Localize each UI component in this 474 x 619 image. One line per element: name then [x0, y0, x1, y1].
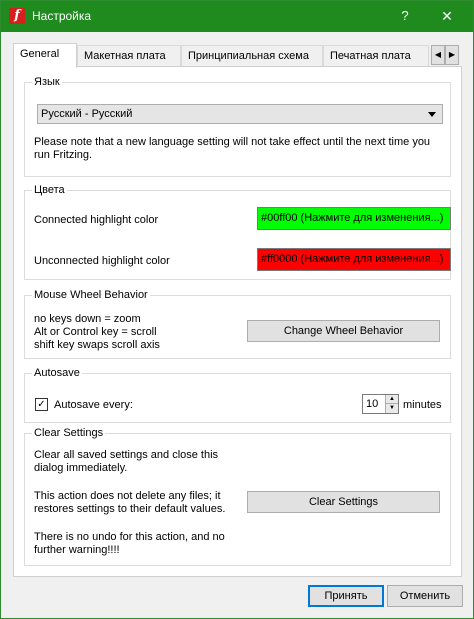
tab-general[interactable]: General	[13, 43, 77, 68]
autosave-minutes-value: 10	[366, 398, 379, 410]
chevron-down-icon	[428, 112, 436, 117]
language-group-title: Язык	[32, 75, 62, 89]
mouse-wheel-group: Mouse Wheel Behavior no keys down = zoom…	[24, 288, 451, 359]
autosave-group-title: Autosave	[32, 366, 82, 380]
autosave-unit: minutes	[403, 399, 442, 411]
unconnected-color-label: Unconnected highlight color	[34, 255, 170, 267]
fritzing-app-icon: f	[9, 8, 25, 24]
unconnected-color-button[interactable]: #ff0000 (Нажмите для изменения...)	[257, 248, 451, 271]
clear-desc-p1-line2: dialog immediately.	[34, 462, 128, 474]
language-select-value: Русский - Русский	[41, 108, 133, 120]
colors-group: Цвета Connected highlight color #00ff00 …	[24, 183, 451, 280]
clear-settings-button[interactable]: Clear Settings	[247, 491, 440, 513]
clear-settings-group: Clear Settings Clear all saved settings …	[24, 426, 451, 566]
autosave-minutes-spinbox[interactable]: 10 ▲ ▼	[362, 394, 399, 414]
spin-up-icon[interactable]: ▲	[385, 395, 398, 404]
mouse-wheel-line3: shift key swaps scroll axis	[34, 339, 160, 351]
tab-pcb[interactable]: Печатная плата	[323, 45, 429, 67]
ok-button[interactable]: Принять	[308, 585, 384, 607]
clear-settings-group-title: Clear Settings	[32, 426, 106, 440]
spin-down-icon[interactable]: ▼	[385, 404, 398, 413]
clear-desc-p1-line1: Clear all saved settings and close this	[34, 449, 219, 461]
autosave-checkbox-label: Autosave every:	[54, 399, 133, 411]
change-wheel-behavior-button[interactable]: Change Wheel Behavior	[247, 320, 440, 342]
tab-scroll-left-icon[interactable]: ◀	[431, 45, 445, 65]
autosave-group: Autosave ✓ Autosave every: 10 ▲ ▼ minute…	[24, 366, 451, 423]
language-select[interactable]: Русский - Русский	[37, 104, 443, 124]
language-note-line1: Please note that a new language setting …	[34, 136, 431, 148]
colors-group-title: Цвета	[32, 183, 67, 197]
connected-color-label: Connected highlight color	[34, 214, 159, 226]
settings-dialog: f Настройка ? ✕ General Макетная плата П…	[0, 0, 474, 619]
tab-breadboard[interactable]: Макетная плата	[77, 45, 181, 67]
language-note-line2: run Fritzing.	[34, 149, 93, 161]
clear-desc-p3-line1: There is no undo for this action, and no	[34, 531, 225, 543]
clear-desc-p2-line1: This action does not delete any files; i…	[34, 490, 221, 502]
mouse-wheel-group-title: Mouse Wheel Behavior	[32, 288, 150, 302]
cancel-button[interactable]: Отменить	[387, 585, 463, 607]
clear-desc-p2-line2: restores settings to their default value…	[34, 503, 226, 515]
tab-schematic[interactable]: Принципиальная схема	[181, 45, 323, 67]
tab-scroll-right-icon[interactable]: ▶	[445, 45, 459, 65]
title-bar[interactable]: f Настройка ? ✕	[1, 1, 473, 32]
mouse-wheel-line2: Alt or Control key = scroll	[34, 326, 157, 338]
window-title: Настройка	[32, 9, 92, 23]
help-button[interactable]: ?	[393, 6, 417, 26]
autosave-checkbox[interactable]: ✓	[35, 398, 48, 411]
clear-desc-p3-line2: further warning!!!!	[34, 544, 120, 556]
general-tab-panel: Язык Русский - Русский Please note that …	[13, 66, 462, 577]
language-group: Язык Русский - Русский Please note that …	[24, 75, 451, 177]
mouse-wheel-line1: no keys down = zoom	[34, 313, 141, 325]
connected-color-button[interactable]: #00ff00 (Нажмите для изменения...)	[257, 207, 451, 230]
close-button[interactable]: ✕	[435, 6, 459, 26]
